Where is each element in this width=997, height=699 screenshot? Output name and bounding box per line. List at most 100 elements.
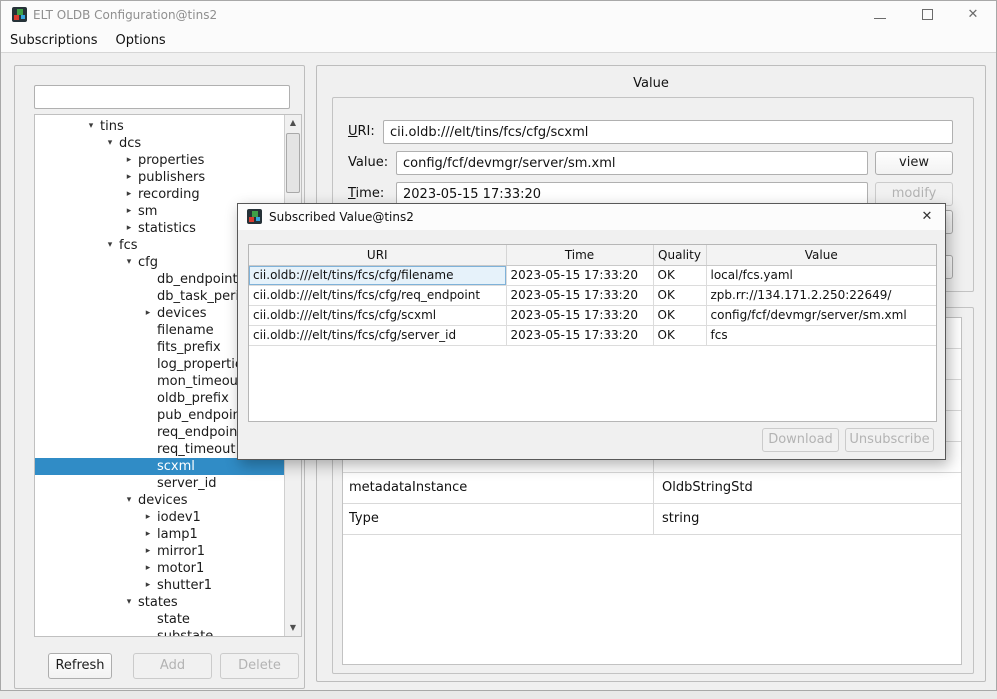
tree-item-label: devices (138, 493, 187, 508)
table-cell[interactable]: cii.oldb:///elt/tins/fcs/cfg/req_endpoin… (249, 285, 506, 305)
chevron-right-icon[interactable]: ▸ (139, 305, 157, 322)
chevron-down-icon[interactable]: ▾ (120, 254, 138, 271)
table-cell[interactable]: OK (653, 265, 706, 285)
unsubscribe-button[interactable]: Unsubscribe (845, 428, 934, 452)
uri-label: URI: (348, 120, 375, 144)
tree-item-label: mirror1 (157, 544, 205, 559)
table-row: cii.oldb:///elt/tins/fcs/cfg/filename202… (249, 265, 936, 285)
tree-item-label: state (157, 612, 190, 627)
tree-item-states[interactable]: ▾states (35, 594, 286, 611)
chevron-right-icon[interactable]: ▸ (139, 543, 157, 560)
tree-item-scxml[interactable]: scxml (35, 458, 286, 475)
table-cell[interactable]: config/fcf/devmgr/server/sm.xml (706, 305, 936, 325)
table-row: cii.oldb:///elt/tins/fcs/cfg/scxml2023-0… (249, 305, 936, 325)
chevron-right-icon[interactable]: ▸ (120, 203, 138, 220)
tree-item-properties[interactable]: ▸properties (35, 152, 286, 169)
column-header-quality[interactable]: Quality (653, 245, 706, 265)
tree-item-devices[interactable]: ▾devices (35, 492, 286, 509)
table-cell[interactable]: fcs (706, 325, 936, 345)
close-button[interactable]: ✕ (958, 1, 988, 29)
chevron-right-icon[interactable]: ▸ (139, 560, 157, 577)
scroll-up-icon[interactable]: ▲ (285, 115, 301, 131)
chevron-down-icon[interactable]: ▾ (101, 237, 119, 254)
tree-item-lamp1[interactable]: ▸lamp1 (35, 526, 286, 543)
tree-item-dcs[interactable]: ▾dcs (35, 135, 286, 152)
chevron-down-icon[interactable]: ▾ (120, 594, 138, 611)
tree-item-label: db_task_peri (157, 289, 239, 304)
table-cell[interactable]: cii.oldb:///elt/tins/fcs/cfg/filename (249, 265, 506, 285)
tree-item-label: mon_timeou (157, 374, 238, 389)
tree-item-tins[interactable]: ▾tins (35, 118, 286, 135)
table-cell[interactable]: 2023-05-15 17:33:20 (506, 285, 653, 305)
download-button[interactable]: Download (762, 428, 839, 452)
maximize-button[interactable] (912, 1, 942, 29)
tree-item-label: properties (138, 153, 204, 168)
dialog-title: Subscribed Value@tins2 (269, 204, 414, 230)
chevron-right-icon[interactable]: ▸ (139, 526, 157, 543)
tree-item-label: states (138, 595, 178, 610)
app-icon (12, 7, 27, 26)
chevron-right-icon[interactable]: ▸ (120, 152, 138, 169)
table-cell[interactable]: zpb.rr://134.171.2.250:22649/ (706, 285, 936, 305)
scroll-down-icon[interactable]: ▼ (285, 620, 301, 636)
close-icon[interactable]: ✕ (915, 204, 939, 230)
tree-item-motor1[interactable]: ▸motor1 (35, 560, 286, 577)
tree-item-label: pub_endpoin (157, 408, 241, 423)
column-header-value[interactable]: Value (706, 245, 936, 265)
tree-item-shutter1[interactable]: ▸shutter1 (35, 577, 286, 594)
table-cell[interactable]: 2023-05-15 17:33:20 (506, 265, 653, 285)
chevron-right-icon[interactable]: ▸ (120, 186, 138, 203)
delete-button[interactable]: Delete (220, 653, 299, 679)
chevron-down-icon[interactable]: ▾ (120, 492, 138, 509)
table-cell[interactable]: 2023-05-15 17:33:20 (506, 325, 653, 345)
table-cell[interactable]: OK (653, 285, 706, 305)
tree-item-label: oldb_prefix (157, 391, 229, 406)
metadata-key: Type (343, 504, 654, 534)
tree-item-iodev1[interactable]: ▸iodev1 (35, 509, 286, 526)
tree-item-substate[interactable]: substate (35, 628, 286, 637)
menu-options[interactable]: Options (107, 29, 175, 52)
main-window: ELT OLDB Configuration@tins2 ✕ Subscript… (0, 0, 997, 691)
column-header-uri[interactable]: URI (249, 245, 506, 265)
chevron-right-icon[interactable]: ▸ (139, 577, 157, 594)
metadata-value: OldbStringStd (654, 473, 961, 503)
refresh-button[interactable]: Refresh (48, 653, 112, 679)
chevron-down-icon[interactable]: ▾ (82, 118, 100, 135)
table-row: cii.oldb:///elt/tins/fcs/cfg/req_endpoin… (249, 285, 936, 305)
chevron-right-icon[interactable]: ▸ (120, 220, 138, 237)
scrollbar-thumb[interactable] (286, 133, 300, 193)
table-row: cii.oldb:///elt/tins/fcs/cfg/server_id20… (249, 325, 936, 345)
uri-field[interactable] (383, 120, 953, 144)
tree-item-label: req_timeout (157, 442, 235, 457)
tree-item-label: tins (100, 119, 124, 134)
chevron-right-icon[interactable]: ▸ (120, 169, 138, 186)
view-button[interactable]: view (875, 151, 953, 175)
tree-item-mirror1[interactable]: ▸mirror1 (35, 543, 286, 560)
tree-item-publishers[interactable]: ▸publishers (35, 169, 286, 186)
minimize-button[interactable] (865, 1, 895, 29)
search-input[interactable] (34, 85, 290, 109)
tree-item-server_id[interactable]: server_id (35, 475, 286, 492)
metadata-row[interactable]: Typestring (343, 504, 961, 535)
column-header-time[interactable]: Time (506, 245, 653, 265)
tree-item-label: fcs (119, 238, 138, 253)
tree-item-state[interactable]: state (35, 611, 286, 628)
chevron-down-icon[interactable]: ▾ (101, 135, 119, 152)
tree-item-label: filename (157, 323, 214, 338)
table-cell[interactable]: 2023-05-15 17:33:20 (506, 305, 653, 325)
table-cell[interactable]: local/fcs.yaml (706, 265, 936, 285)
tree-item-recording[interactable]: ▸recording (35, 186, 286, 203)
table-cell[interactable]: cii.oldb:///elt/tins/fcs/cfg/server_id (249, 325, 506, 345)
tree-item-label: recording (138, 187, 200, 202)
add-button[interactable]: Add (133, 653, 212, 679)
tree-item-label: req_endpoin (157, 425, 237, 440)
table-cell[interactable]: cii.oldb:///elt/tins/fcs/cfg/scxml (249, 305, 506, 325)
chevron-right-icon[interactable]: ▸ (139, 509, 157, 526)
tree-item-label: scxml (157, 459, 195, 474)
value-field[interactable] (396, 151, 868, 175)
table-cell[interactable]: OK (653, 305, 706, 325)
metadata-row[interactable]: metadataInstanceOldbStringStd (343, 473, 961, 504)
table-cell[interactable]: OK (653, 325, 706, 345)
tree-item-label: shutter1 (157, 578, 212, 593)
menu-subscriptions[interactable]: Subscriptions (1, 29, 107, 52)
